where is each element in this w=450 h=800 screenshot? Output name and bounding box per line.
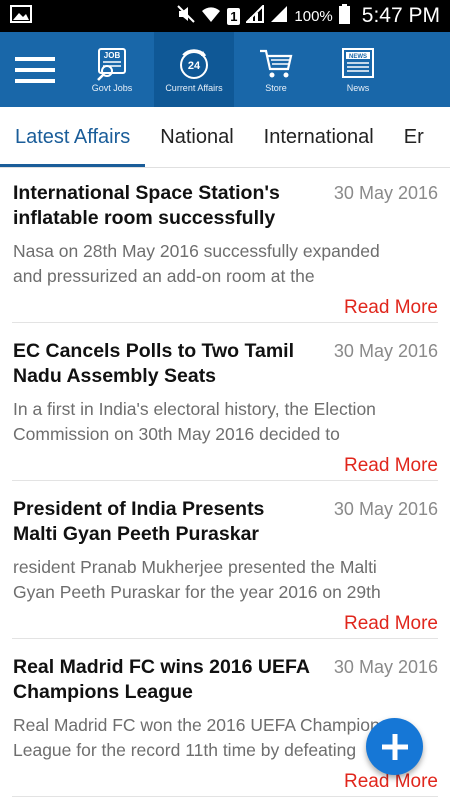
add-fab-button[interactable] <box>366 718 423 775</box>
mute-icon <box>177 4 196 28</box>
cart-icon <box>260 49 293 77</box>
article-excerpt: In a first in India's electoral history,… <box>13 397 439 447</box>
nav-govt-jobs-label: Govt Jobs <box>91 82 133 93</box>
nav-govt-jobs[interactable]: JOB Govt Jobs <box>72 32 152 107</box>
hamburger-icon <box>15 56 55 83</box>
svg-text:24: 24 <box>188 60 201 72</box>
article-excerpt: Nasa on 28th May 2016 successfully expan… <box>13 239 439 289</box>
read-more-link[interactable]: Read More <box>344 455 438 477</box>
tab-national[interactable]: National <box>145 107 248 167</box>
sim-badge: 1 <box>227 7 241 25</box>
tab-latest-affairs[interactable]: Latest Affairs <box>0 107 146 167</box>
plus-icon <box>381 733 408 760</box>
signal-icon <box>244 3 265 28</box>
status-bar: 1 100% 5:47 PM <box>0 0 450 32</box>
category-tabs: Latest Affairs National International Er <box>0 107 450 168</box>
nav-news-label: News <box>346 82 370 93</box>
newspaper-icon: NEWS <box>342 47 374 78</box>
article-excerpt: resident Pranab Mukherjee presented the … <box>13 555 439 605</box>
battery-icon <box>338 3 350 29</box>
excerpt-line: Commission on 30th May 2016 decided to <box>13 424 340 444</box>
svg-text:JOB: JOB <box>104 51 121 60</box>
nav-store[interactable]: Store <box>236 32 316 107</box>
nav-store-label: Store <box>265 82 287 93</box>
excerpt-line: Gyan Peeth Puraskar for the year 2016 on… <box>13 582 381 602</box>
nav-news[interactable]: NEWS News <box>318 32 398 107</box>
wifi-icon <box>201 5 221 28</box>
battery-percent: 100% <box>294 7 333 25</box>
article-list: International Space Station's inflatable… <box>0 167 450 797</box>
article-date: 30 May 2016 <box>333 499 438 519</box>
current-affairs-icon: 24 <box>180 48 208 79</box>
tab-partial[interactable]: Er <box>389 107 439 167</box>
article-title: International Space Station's inflatable… <box>13 182 280 229</box>
excerpt-line: and pressurized an add-on room at the <box>13 266 315 286</box>
tab-international[interactable]: International <box>249 107 389 167</box>
list-item[interactable]: Real Madrid FC wins 2016 UEFA Champions … <box>12 641 438 797</box>
read-more-link[interactable]: Read More <box>344 297 438 319</box>
nav-current-affairs-label: Current Affairs <box>165 82 223 93</box>
svg-text:NEWS: NEWS <box>349 54 367 60</box>
list-item[interactable]: EC Cancels Polls to Two Tamil Nadu Assem… <box>12 325 438 481</box>
top-navigation: JOB Govt Jobs 24 Current Affairs Store N… <box>0 32 450 107</box>
article-date: 30 May 2016 <box>333 183 438 203</box>
signal-icon-2 <box>270 5 288 28</box>
excerpt-line: In a first in India's electoral history,… <box>13 399 376 419</box>
excerpt-line: Nasa on 28th May 2016 successfully expan… <box>13 241 380 261</box>
gallery-notification-icon <box>10 4 32 28</box>
article-title: EC Cancels Polls to Two Tamil Nadu Assem… <box>13 340 294 387</box>
article-title: Real Madrid FC wins 2016 UEFA Champions … <box>13 656 310 703</box>
list-item[interactable]: President of India Presents Malti Gyan P… <box>12 483 438 639</box>
article-date: 30 May 2016 <box>333 657 438 677</box>
excerpt-line: resident Pranab Mukherjee presented the … <box>13 557 377 577</box>
clock: 5:47 PM <box>361 4 440 27</box>
menu-button[interactable] <box>0 32 70 107</box>
article-title: President of India Presents Malti Gyan P… <box>13 498 265 545</box>
read-more-link[interactable]: Read More <box>344 613 438 635</box>
nav-current-affairs[interactable]: 24 Current Affairs <box>154 32 234 107</box>
govt-jobs-icon: JOB <box>97 47 126 81</box>
list-item[interactable]: International Space Station's inflatable… <box>12 167 438 323</box>
article-date: 30 May 2016 <box>333 341 438 361</box>
